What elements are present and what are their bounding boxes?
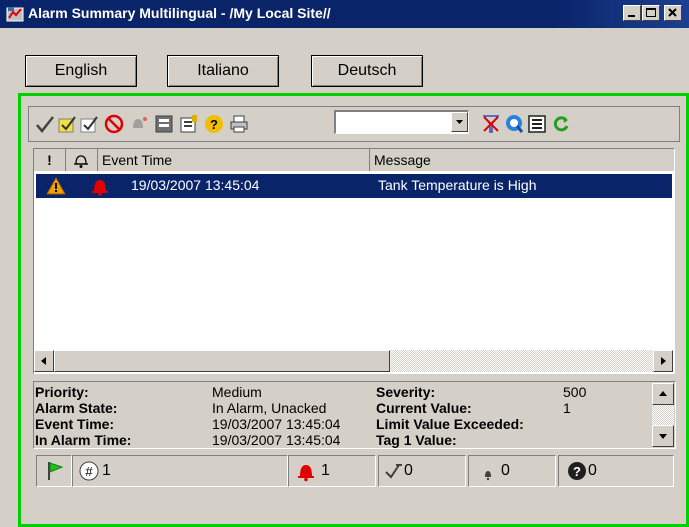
scroll-left-button[interactable]	[34, 350, 54, 372]
detail-label: Current Value:	[376, 400, 472, 416]
detail-value: 19/03/2007 13:45:04	[212, 416, 341, 432]
help-icon[interactable]: ?	[203, 113, 225, 135]
chevron-down-icon	[456, 120, 463, 124]
maximize-button[interactable]	[642, 5, 660, 21]
minimize-icon	[628, 15, 635, 17]
acked-check-icon	[385, 464, 402, 479]
details-vertical-scrollbar[interactable]	[652, 383, 674, 447]
scroll-track[interactable]	[390, 350, 654, 372]
arrow-left-icon	[41, 357, 46, 365]
app-icon	[6, 7, 24, 22]
status-unacked-count: 0	[501, 462, 510, 479]
detail-label: Alarm State:	[35, 400, 118, 416]
close-icon	[668, 8, 677, 17]
arrow-down-icon	[659, 434, 667, 439]
detail-label: Severity:	[376, 384, 436, 400]
column-state-header[interactable]	[66, 149, 98, 171]
detail-label: Priority:	[35, 384, 89, 400]
red-bell-icon	[298, 465, 314, 482]
red-bell-icon	[92, 180, 108, 196]
status-unknown-count: 0	[588, 462, 597, 479]
svg-text:#: #	[85, 464, 93, 479]
comment-icon[interactable]	[153, 113, 175, 135]
lang-english-button[interactable]: English	[25, 55, 137, 87]
detail-label: Event Time:	[35, 416, 115, 432]
status-acked-count: 0	[404, 462, 413, 479]
bell-icon	[74, 155, 88, 168]
scroll-up-button[interactable]	[652, 383, 674, 405]
silence-icon[interactable]	[128, 113, 150, 135]
connection-flag-icon	[48, 462, 64, 480]
detail-value: 1	[563, 400, 571, 416]
row-message: Tank Temperature is High	[378, 177, 537, 193]
arrow-right-icon	[661, 357, 666, 365]
ack-all-icon[interactable]	[56, 113, 78, 135]
detail-value: 500	[563, 384, 587, 400]
detail-value: Medium	[212, 384, 262, 400]
maximize-icon	[646, 8, 656, 17]
status-inalarm-count: 1	[321, 462, 330, 479]
detail-label: Limit Value Exceeded:	[376, 416, 524, 432]
scroll-thumb[interactable]	[54, 350, 390, 372]
properties-icon[interactable]	[178, 113, 200, 135]
count-hash-icon: #	[79, 461, 99, 481]
lang-italiano-button[interactable]: Italiano	[167, 55, 279, 87]
print-icon[interactable]	[228, 113, 250, 135]
svg-text:?: ?	[573, 464, 581, 479]
scroll-down-button[interactable]	[652, 425, 674, 447]
close-button[interactable]	[664, 5, 682, 21]
scroll-right-button[interactable]	[653, 350, 673, 372]
filter-dropdown-button[interactable]	[451, 112, 468, 132]
clear-filter-icon[interactable]	[480, 113, 502, 135]
column-message-header[interactable]: Message	[370, 149, 674, 171]
lang-deutsch-button[interactable]: Deutsch	[311, 55, 423, 87]
horizontal-scrollbar[interactable]	[34, 350, 673, 372]
detail-value: 19/03/2007 13:45:04	[212, 432, 341, 448]
column-priority-header[interactable]: !	[34, 149, 66, 171]
details-scroll-track[interactable]	[652, 405, 674, 425]
alarm-row[interactable]: 19/03/2007 13:45:04 Tank Temperature is …	[36, 174, 672, 198]
column-event-time-header[interactable]: Event Time	[98, 149, 370, 171]
find-icon[interactable]	[503, 113, 525, 135]
ack-selected-icon[interactable]	[78, 113, 100, 135]
small-bell-icon	[485, 471, 491, 481]
refresh-icon[interactable]	[550, 113, 572, 135]
ack-check-icon[interactable]	[34, 113, 56, 135]
minimize-button[interactable]	[623, 5, 641, 21]
detail-value: In Alarm, Unacked	[212, 400, 327, 416]
disable-icon[interactable]	[103, 113, 125, 135]
warning-icon	[46, 177, 66, 195]
detail-label: In Alarm Time:	[35, 432, 132, 448]
row-event-time: 19/03/2007 13:45:04	[131, 177, 260, 193]
details-icon[interactable]	[526, 113, 548, 135]
title-bar: Alarm Summary Multilingual - /My Local S…	[0, 0, 689, 28]
arrow-up-icon	[659, 391, 667, 396]
question-icon: ?	[568, 462, 586, 480]
filter-combo[interactable]	[334, 110, 469, 134]
svg-text:?: ?	[210, 117, 218, 132]
status-total-count: 1	[102, 462, 111, 479]
window-title: Alarm Summary Multilingual - /My Local S…	[28, 5, 331, 21]
detail-label: Tag 1 Value:	[376, 432, 457, 448]
